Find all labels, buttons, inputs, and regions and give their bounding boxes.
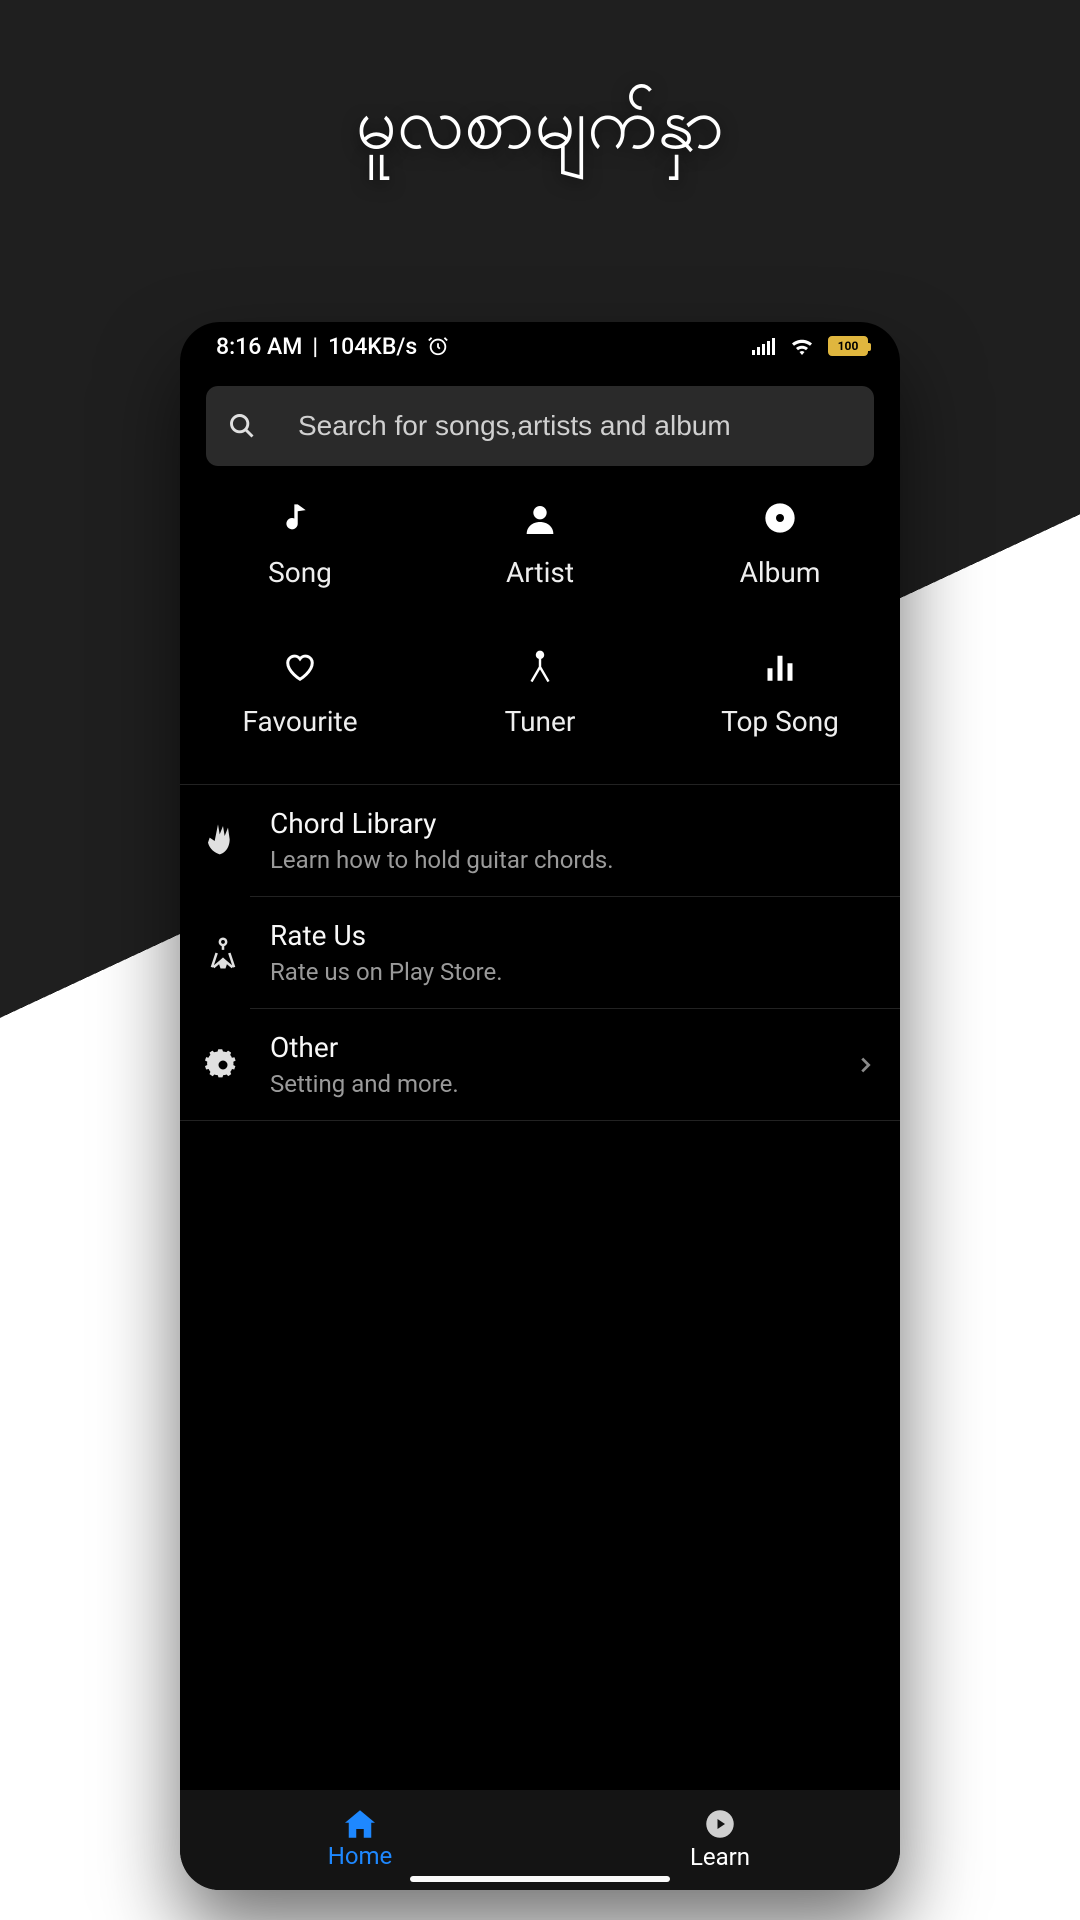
menu-item-subtitle: Learn how to hold guitar chords. <box>270 846 876 874</box>
bars-icon <box>765 647 795 687</box>
category-artist[interactable]: Artist <box>420 488 660 599</box>
wifi-icon <box>790 337 814 355</box>
nav-home[interactable]: Home <box>180 1790 540 1890</box>
menu-item-subtitle: Rate us on Play Store. <box>270 958 876 986</box>
category-favourite[interactable]: Favourite <box>180 637 420 748</box>
rate-icon <box>198 928 248 978</box>
category-tuner[interactable]: Tuner <box>420 637 660 748</box>
category-label: Artist <box>506 556 574 589</box>
album-icon <box>764 498 796 538</box>
nav-label: Home <box>328 1842 393 1870</box>
tuner-icon <box>526 647 554 687</box>
hand-icon <box>198 816 248 866</box>
status-network-speed: 104KB/s <box>328 333 417 360</box>
category-song[interactable]: Song <box>180 488 420 599</box>
music-note-icon <box>286 498 314 538</box>
signal-icon <box>752 337 776 355</box>
menu-chord-library[interactable]: Chord Library Learn how to hold guitar c… <box>180 785 900 896</box>
home-icon <box>345 1810 375 1838</box>
status-time: 8:16 AM <box>216 333 302 360</box>
chevron-right-icon <box>854 1054 876 1076</box>
status-separator: | <box>312 333 318 360</box>
menu-list: Chord Library Learn how to hold guitar c… <box>180 785 900 1121</box>
menu-rate-us[interactable]: Rate Us Rate us on Play Store. <box>180 897 900 1008</box>
search-input[interactable] <box>298 410 852 442</box>
heart-icon <box>283 647 317 687</box>
status-bar: 8:16 AM | 104KB/s 100 <box>180 322 900 370</box>
alarm-icon <box>427 335 449 357</box>
menu-item-title: Other <box>270 1031 832 1064</box>
category-grid: Song Artist Album Favourite Tuner <box>180 488 900 748</box>
category-label: Top Song <box>721 705 839 738</box>
bottom-nav: Home Learn <box>180 1790 900 1890</box>
menu-item-title: Chord Library <box>270 807 876 840</box>
menu-item-title: Rate Us <box>270 919 876 952</box>
nav-learn[interactable]: Learn <box>540 1790 900 1890</box>
battery-icon: 100 <box>828 336 868 356</box>
category-label: Tuner <box>505 705 576 738</box>
phone-screen: 8:16 AM | 104KB/s 100 <box>180 322 900 1890</box>
category-label: Album <box>740 556 821 589</box>
menu-other[interactable]: Other Setting and more. <box>180 1009 900 1120</box>
category-album[interactable]: Album <box>660 488 900 599</box>
category-top-song[interactable]: Top Song <box>660 637 900 748</box>
person-icon <box>524 498 556 538</box>
search-bar[interactable] <box>206 386 874 466</box>
page-title: မူလစာမျက်နှာ <box>0 88 1080 174</box>
category-label: Favourite <box>242 705 357 738</box>
search-icon <box>228 412 256 440</box>
gear-icon <box>198 1040 248 1090</box>
home-indicator[interactable] <box>410 1876 670 1882</box>
menu-item-subtitle: Setting and more. <box>270 1070 832 1098</box>
category-label: Song <box>268 556 332 589</box>
play-circle-icon <box>705 1809 735 1839</box>
nav-label: Learn <box>690 1843 750 1871</box>
divider <box>180 1120 900 1121</box>
